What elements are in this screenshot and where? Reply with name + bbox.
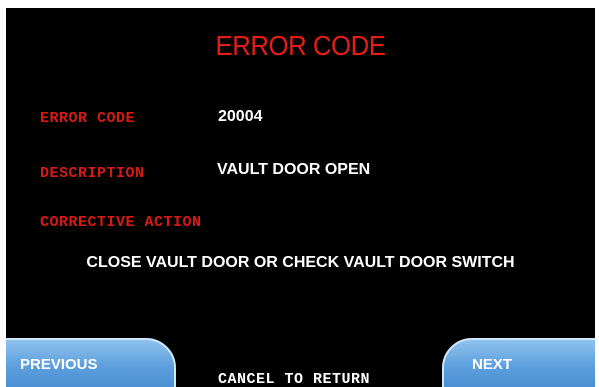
error-code-value: 20004	[218, 108, 263, 125]
description-label: DESCRIPTION	[40, 165, 145, 182]
corrective-action-label: CORRECTIVE ACTION	[40, 214, 202, 231]
description-value: VAULT DOOR OPEN	[217, 161, 371, 178]
cancel-to-return-text: CANCEL TO RETURN	[218, 371, 371, 387]
error-code-label: ERROR CODE	[40, 110, 136, 127]
previous-button[interactable]: PREVIOUS	[6, 338, 176, 387]
corrective-action-value: CLOSE VAULT DOOR OR CHECK VAULT DOOR SWI…	[86, 254, 515, 271]
page-title: ERROR CODE	[215, 30, 386, 61]
atm-screen: ERROR CODE ERROR CODE 20004 DESCRIPTION …	[6, 8, 595, 387]
next-button[interactable]: NEXT	[442, 338, 595, 387]
